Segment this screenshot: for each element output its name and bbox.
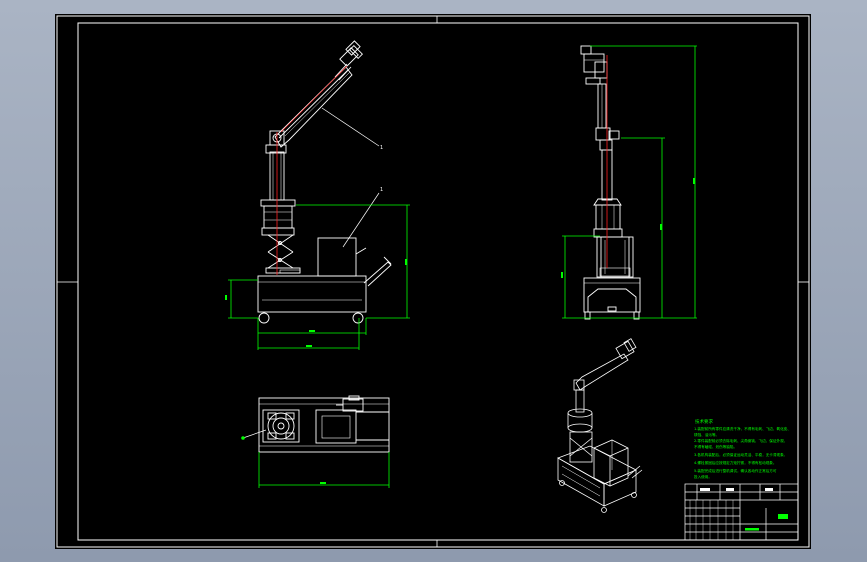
top-dimensions	[241, 436, 390, 488]
side-arm	[595, 83, 620, 151]
side-end-effector	[580, 45, 608, 85]
slewing-drum	[260, 199, 296, 236]
scissor-lift	[265, 234, 301, 274]
hopper	[317, 237, 367, 277]
requirement-line: 5.装配完成后进行整机调试，确认各动作正常后方可	[694, 468, 777, 473]
callout-front-lower: 1	[380, 187, 383, 193]
push-handle	[363, 256, 392, 287]
top-leader	[242, 429, 267, 439]
requirements-title: 技术要求	[695, 418, 713, 425]
requirement-line: 投入使用。	[694, 474, 712, 479]
side-base	[583, 277, 641, 320]
front-dimensions	[225, 204, 410, 350]
top-drum	[262, 409, 300, 443]
title-block	[684, 483, 799, 541]
iso-arm	[573, 338, 637, 413]
technical-requirements: 技术要求 1.装配前所有零件应清洗干净，不得有毛刺、飞边、氧化皮、 锈蚀、油污等…	[694, 418, 791, 479]
requirement-line: 1.装配前所有零件应清洗干净，不得有毛刺、飞边、氧化皮、	[694, 426, 791, 431]
drawing-sheet: 1 1 技术要求 1.装配前所有零件应清洗干净，不得有毛刺、飞边、氧化皮、 锈蚀…	[55, 14, 811, 549]
iso-drum	[567, 408, 593, 433]
callout-front-upper: 1	[380, 145, 383, 151]
requirement-line: 4.螺栓紧固后应按规定力矩拧紧，不得有松动现象。	[694, 460, 777, 465]
requirement-line: 锈蚀、油污等。	[694, 432, 719, 437]
requirement-line: 不得有磕碰、划伤等缺陷。	[694, 444, 737, 449]
side-lift-frame	[596, 236, 634, 278]
sheet-border	[56, 15, 810, 548]
base-cart	[257, 275, 367, 324]
side-view	[580, 45, 641, 320]
side-drum	[593, 198, 623, 238]
leader-line	[342, 192, 380, 248]
isometric-view	[557, 338, 643, 513]
iso-lift	[569, 431, 593, 463]
leader-line	[321, 107, 380, 147]
front-view	[257, 40, 392, 324]
top-hopper	[315, 409, 389, 444]
requirement-line: 3.各机构装配后，必须保证运动灵活、平稳，无卡滞现象。	[694, 452, 787, 457]
top-view	[242, 395, 390, 453]
cad-viewport[interactable]: 1 1 技术要求 1.装配前所有零件应清洗干净，不得有毛刺、飞边、氧化皮、 锈蚀…	[0, 0, 867, 562]
requirement-line: 2.零件装配前必须去除毛刺、尖角倒钝、飞边，保证外观，	[694, 438, 787, 443]
boom-arm	[265, 40, 364, 154]
drawing-canvas: 1 1 技术要求 1.装配前所有零件应清洗干净，不得有毛刺、飞边、氧化皮、 锈蚀…	[56, 15, 810, 548]
